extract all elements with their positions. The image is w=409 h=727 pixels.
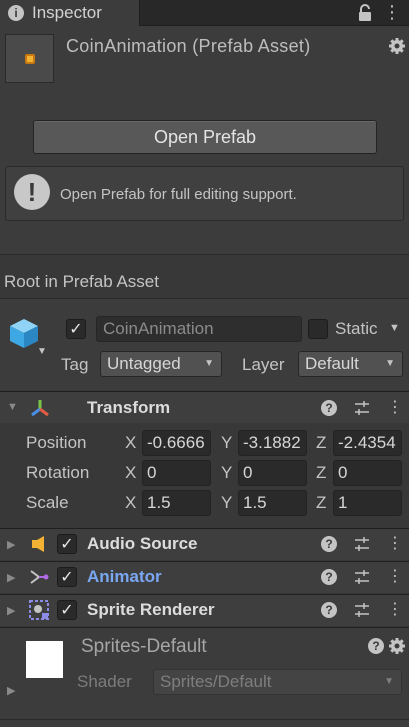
transform-icon <box>31 400 49 417</box>
help-icon[interactable]: ? <box>321 569 337 585</box>
fold-arrow-icon[interactable]: ▶ <box>7 538 15 551</box>
chevron-down-icon: ▼ <box>384 676 394 687</box>
fold-arrow-icon[interactable]: ▶ <box>7 571 15 584</box>
layer-value: Default <box>305 354 359 373</box>
axis-x-label[interactable]: X <box>125 463 136 483</box>
cube-icon[interactable] <box>7 316 41 350</box>
rotation-y-field[interactable]: 0 <box>238 460 307 486</box>
root-label: Root in Prefab Asset <box>4 272 159 291</box>
rotation-x-field[interactable]: 0 <box>142 460 211 486</box>
layer-dropdown[interactable]: Default ▼ <box>298 351 403 377</box>
scale-z-field[interactable]: 1 <box>333 490 402 516</box>
tag-value: Untagged <box>107 354 181 373</box>
tag-dropdown[interactable]: Untagged ▼ <box>100 351 222 377</box>
material-thumbnail <box>26 641 63 678</box>
help-text: Open Prefab for full editing support. <box>60 186 297 203</box>
scale-x-field[interactable]: 1.5 <box>142 490 211 516</box>
animator-icon <box>30 570 49 584</box>
help-icon[interactable]: ? <box>321 602 337 618</box>
axis-x-label[interactable]: X <box>125 433 136 453</box>
axis-z-label[interactable]: Z <box>316 433 326 453</box>
presets-icon[interactable] <box>354 569 370 585</box>
axis-x-label[interactable]: X <box>125 493 136 513</box>
fold-arrow-icon[interactable]: ▶ <box>7 604 15 617</box>
chevron-down-icon[interactable]: ▼ <box>389 322 400 334</box>
axis-y-label[interactable]: Y <box>221 493 232 513</box>
divider <box>0 719 409 720</box>
shader-dropdown[interactable]: Sprites/Default ▼ <box>153 669 402 695</box>
audio-source-enabled-checkbox[interactable]: ✓ <box>57 534 77 554</box>
more-options-icon[interactable]: ⋮ <box>387 602 403 618</box>
help-icon[interactable]: ? <box>368 638 384 654</box>
chevron-down-icon: ▼ <box>385 358 395 369</box>
scale-y-field[interactable]: 1.5 <box>238 490 307 516</box>
active-checkbox[interactable]: ✓ <box>66 319 86 339</box>
chevron-down-icon[interactable]: ▼ <box>37 346 47 357</box>
shader-label: Shader <box>77 672 132 691</box>
sprite-renderer-title: Sprite Renderer <box>87 600 215 619</box>
scale-label: Scale <box>26 493 69 512</box>
presets-icon[interactable] <box>354 602 370 618</box>
static-label: Static <box>335 319 378 338</box>
animator-title: Animator <box>87 567 162 586</box>
sprite-renderer-enabled-checkbox[interactable]: ✓ <box>57 600 77 620</box>
gear-icon[interactable] <box>388 637 406 655</box>
info-icon: i <box>8 5 24 21</box>
fold-arrow-icon[interactable]: ▼ <box>7 401 18 413</box>
audio-source-title: Audio Source <box>87 534 198 553</box>
rotation-z-field[interactable]: 0 <box>333 460 402 486</box>
axis-y-label[interactable]: Y <box>221 433 232 453</box>
position-z-field[interactable]: -2.4354 <box>333 430 402 456</box>
tab-inspector[interactable]: i Inspector <box>0 0 140 26</box>
axis-z-label[interactable]: Z <box>316 463 326 483</box>
audio-source-header-icons: ? ⋮ <box>321 534 403 554</box>
axis-z-label[interactable]: Z <box>316 493 326 513</box>
gear-icon[interactable] <box>388 37 406 55</box>
tab-label: Inspector <box>32 3 102 22</box>
open-prefab-button[interactable]: Open Prefab <box>33 120 377 154</box>
position-label: Position <box>26 433 87 452</box>
sprite-renderer-icon <box>29 600 49 620</box>
static-checkbox[interactable] <box>308 319 328 339</box>
more-options-icon[interactable]: ⋮ <box>383 3 401 23</box>
shader-value: Sprites/Default <box>160 672 272 691</box>
lock-icon[interactable] <box>357 4 373 22</box>
help-icon[interactable]: ? <box>321 400 337 416</box>
material-name: Sprites-Default <box>81 636 207 657</box>
gameobject-name-field[interactable]: CoinAnimation <box>96 316 302 342</box>
rotation-label: Rotation <box>26 463 90 482</box>
animator-enabled-checkbox[interactable]: ✓ <box>57 567 77 587</box>
asset-title: CoinAnimation (Prefab Asset) <box>66 36 311 56</box>
exclamation-icon: ! <box>14 174 50 210</box>
more-options-icon[interactable]: ⋮ <box>387 569 403 585</box>
more-options-icon[interactable]: ⋮ <box>387 536 403 552</box>
more-options-icon[interactable]: ⋮ <box>387 400 403 416</box>
sprite-renderer-header-icons: ? ⋮ <box>321 600 403 620</box>
transform-header-icons: ? ⋮ <box>321 398 403 418</box>
fold-arrow-icon[interactable]: ▶ <box>7 684 15 697</box>
presets-icon[interactable] <box>354 536 370 552</box>
layer-label: Layer <box>242 355 285 374</box>
help-icon[interactable]: ? <box>321 536 337 552</box>
tag-label: Tag <box>61 355 89 374</box>
coin-icon <box>25 54 35 64</box>
position-y-field[interactable]: -3.1882 <box>238 430 307 456</box>
presets-icon[interactable] <box>354 400 370 416</box>
position-x-field[interactable]: -0.6666 <box>142 430 211 456</box>
chevron-down-icon: ▼ <box>204 358 214 369</box>
animator-header-icons: ? ⋮ <box>321 567 403 587</box>
transform-title: Transform <box>87 398 171 417</box>
divider <box>0 254 409 255</box>
speaker-icon <box>32 536 44 552</box>
axis-y-label[interactable]: Y <box>221 463 232 483</box>
